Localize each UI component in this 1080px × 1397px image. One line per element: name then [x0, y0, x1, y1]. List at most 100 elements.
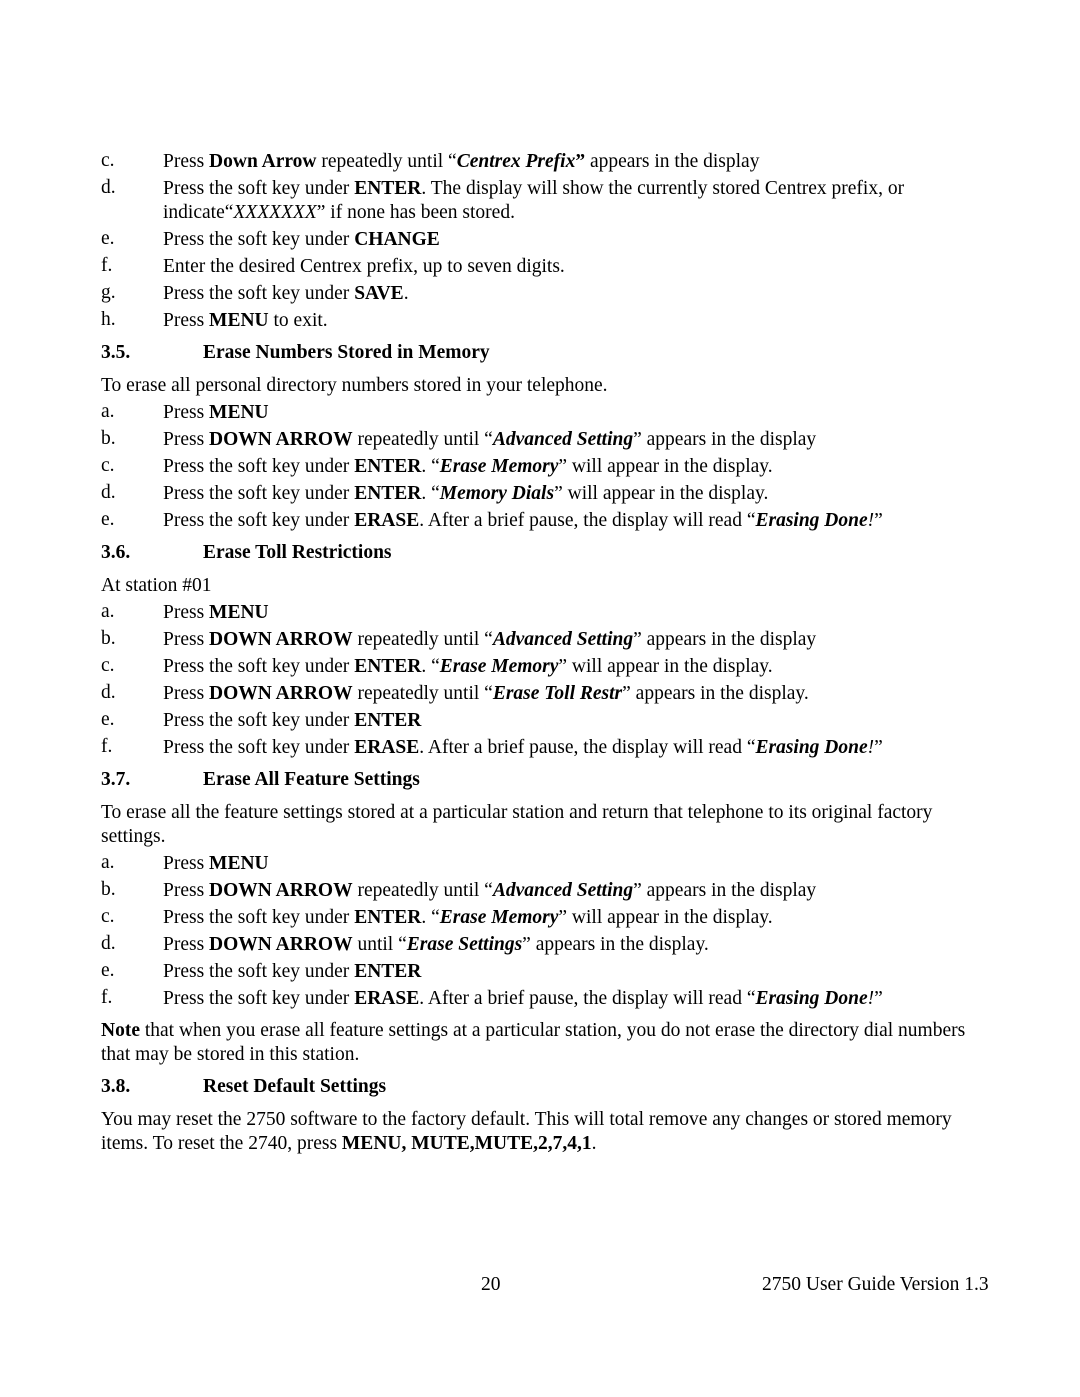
step-text: Press MENU: [163, 401, 981, 425]
step-text: Press the soft key under CHANGE: [163, 228, 981, 252]
section-intro: To erase all personal directory numbers …: [101, 374, 981, 398]
text-run: Press the soft key under: [163, 988, 355, 1009]
text-run: . “: [421, 483, 440, 504]
bold-text: ERASE: [354, 510, 420, 531]
display-text: Erase Toll Restr: [492, 683, 623, 704]
step-item: c. Press the soft key under ENTER. “Erase…: [101, 455, 981, 479]
bold-text: CHANGE: [354, 229, 440, 250]
bold-text: ENTER: [354, 907, 422, 928]
step-letter: d.: [101, 177, 116, 198]
bold-text: MENU: [209, 402, 269, 423]
section-3-6: 3.6. Erase Toll Restrictions At station #0…: [101, 541, 981, 760]
text-run: Press the soft key under: [163, 510, 355, 531]
text-run: . “: [421, 656, 440, 677]
text-run: Press: [163, 880, 210, 901]
step-letter: b.: [101, 628, 116, 649]
step-item: a. Press MENU: [101, 852, 981, 876]
text-run: until “: [352, 934, 407, 955]
step-item: d. Press DOWN ARROW repeatedly until “Era…: [101, 682, 981, 706]
step-letter: c.: [101, 150, 115, 171]
step-text: Press the soft key under ENTER. “Erase M…: [163, 906, 981, 930]
step-item: f. Press the soft key under ERASE. After …: [101, 736, 981, 760]
step-item: g. Press the soft key under SAVE.: [101, 282, 981, 306]
bold-text: Down Arrow: [209, 151, 317, 172]
page-number: 20: [481, 1274, 501, 1295]
text-run: ”: [874, 988, 883, 1009]
step-letter: f.: [101, 736, 113, 757]
bold-text: ENTER: [354, 656, 422, 677]
bold-text: ENTER: [354, 178, 422, 199]
bold-text: DOWN ARROW: [209, 429, 353, 450]
step-item: c. Press the soft key under ENTER. “Erase…: [101, 906, 981, 930]
page-footer: 20 2750 User Guide Version 1.3: [0, 1274, 1080, 1298]
section-list: 3.5. Erase Numbers Stored in Memory To era…: [101, 341, 981, 1156]
text-run: that when you erase all feature settings…: [101, 1020, 966, 1065]
display-text: Advanced Setting: [492, 429, 634, 450]
text-run: appears in the display: [585, 151, 760, 172]
section-intro: To erase all the feature settings stored…: [101, 801, 981, 849]
section-title: Erase All Feature Settings: [203, 769, 420, 790]
step-text: Press the soft key under ENTER: [163, 709, 981, 733]
step-item: a. Press MENU: [101, 401, 981, 425]
bold-text: DOWN ARROW: [209, 934, 353, 955]
text-run: Press: [163, 629, 210, 650]
display-text: Memory Dials: [439, 483, 555, 504]
text-run: ” appears in the display: [633, 629, 817, 650]
step-text: Press the soft key under ENTER. “Memory …: [163, 482, 981, 506]
bold-text: MENU: [209, 602, 269, 623]
section-intro: You may reset the 2750 software to the f…: [101, 1108, 981, 1156]
step-text: Press DOWN ARROW repeatedly until “Advan…: [163, 879, 981, 903]
section-3-7: 3.7. Erase All Feature Settings To erase a…: [101, 768, 981, 1067]
step-text: Press DOWN ARROW repeatedly until “Advan…: [163, 628, 981, 652]
step-letter: e.: [101, 509, 115, 530]
step-item: a. Press MENU: [101, 601, 981, 625]
step-letter: e.: [101, 960, 115, 981]
display-text: Erasing Done: [755, 988, 868, 1009]
step-text: Enter the desired Centrex prefix, up to …: [163, 255, 981, 279]
text-run: . “: [421, 456, 440, 477]
step-letter: c.: [101, 455, 115, 476]
step-letter: c.: [101, 655, 115, 676]
text-run: repeatedly until “: [352, 880, 493, 901]
step-letter: b.: [101, 428, 116, 449]
section-3-5: 3.5. Erase Numbers Stored in Memory To era…: [101, 341, 981, 533]
section-heading: 3.7. Erase All Feature Settings: [101, 768, 981, 792]
text-run: repeatedly until “: [352, 629, 493, 650]
section-number: 3.5.: [101, 342, 131, 363]
text-run: ” if none has been stored.: [316, 202, 515, 223]
italic-text: XXXXXXX: [233, 202, 317, 223]
display-text: Erasing Done: [755, 737, 868, 758]
text-run: . After a brief pause, the display will …: [419, 988, 756, 1009]
step-letter: d.: [101, 933, 116, 954]
section-number: 3.6.: [101, 542, 131, 563]
step-item: f. Press the soft key under ERASE. After …: [101, 987, 981, 1011]
text-run: ” appears in the display: [633, 429, 817, 450]
text-run: ” appears in the display.: [522, 934, 709, 955]
text-run: Press the soft key under: [163, 710, 355, 731]
step-text: Press DOWN ARROW until “Erase Settings” …: [163, 933, 981, 957]
text-run: Press the soft key under: [163, 283, 355, 304]
step-item: c. Press the soft key under ENTER. “Erase…: [101, 655, 981, 679]
text-run: .: [403, 283, 409, 304]
section-number: 3.8.: [101, 1076, 131, 1097]
step-letter: g.: [101, 282, 116, 303]
bold-text: DOWN ARROW: [209, 629, 353, 650]
step-text: Press DOWN ARROW repeatedly until “Erase…: [163, 682, 981, 706]
bold-text: MENU: [209, 310, 269, 331]
text-run: Press: [163, 934, 210, 955]
section-3-8: 3.8. Reset Default Settings You may reset …: [101, 1075, 981, 1156]
step-letter: f.: [101, 255, 113, 276]
step-text: Press MENU: [163, 601, 981, 625]
step-item: e. Press the soft key under ENTER: [101, 709, 981, 733]
text-run: ” will appear in the display.: [558, 456, 773, 477]
bold-text: ERASE: [354, 988, 420, 1009]
step-letter: a.: [101, 852, 115, 873]
bold-text: ERASE: [354, 737, 420, 758]
text-run: Enter the desired Centrex prefix, up to …: [163, 256, 565, 277]
text-run: To erase all the feature settings stored…: [101, 802, 933, 847]
bold-text: ENTER: [354, 483, 422, 504]
step-letter: e.: [101, 228, 115, 249]
text-run: Press the soft key under: [163, 229, 355, 250]
text-run: At station #01: [101, 575, 212, 596]
step-text: Press the soft key under ENTER. The disp…: [163, 177, 981, 225]
